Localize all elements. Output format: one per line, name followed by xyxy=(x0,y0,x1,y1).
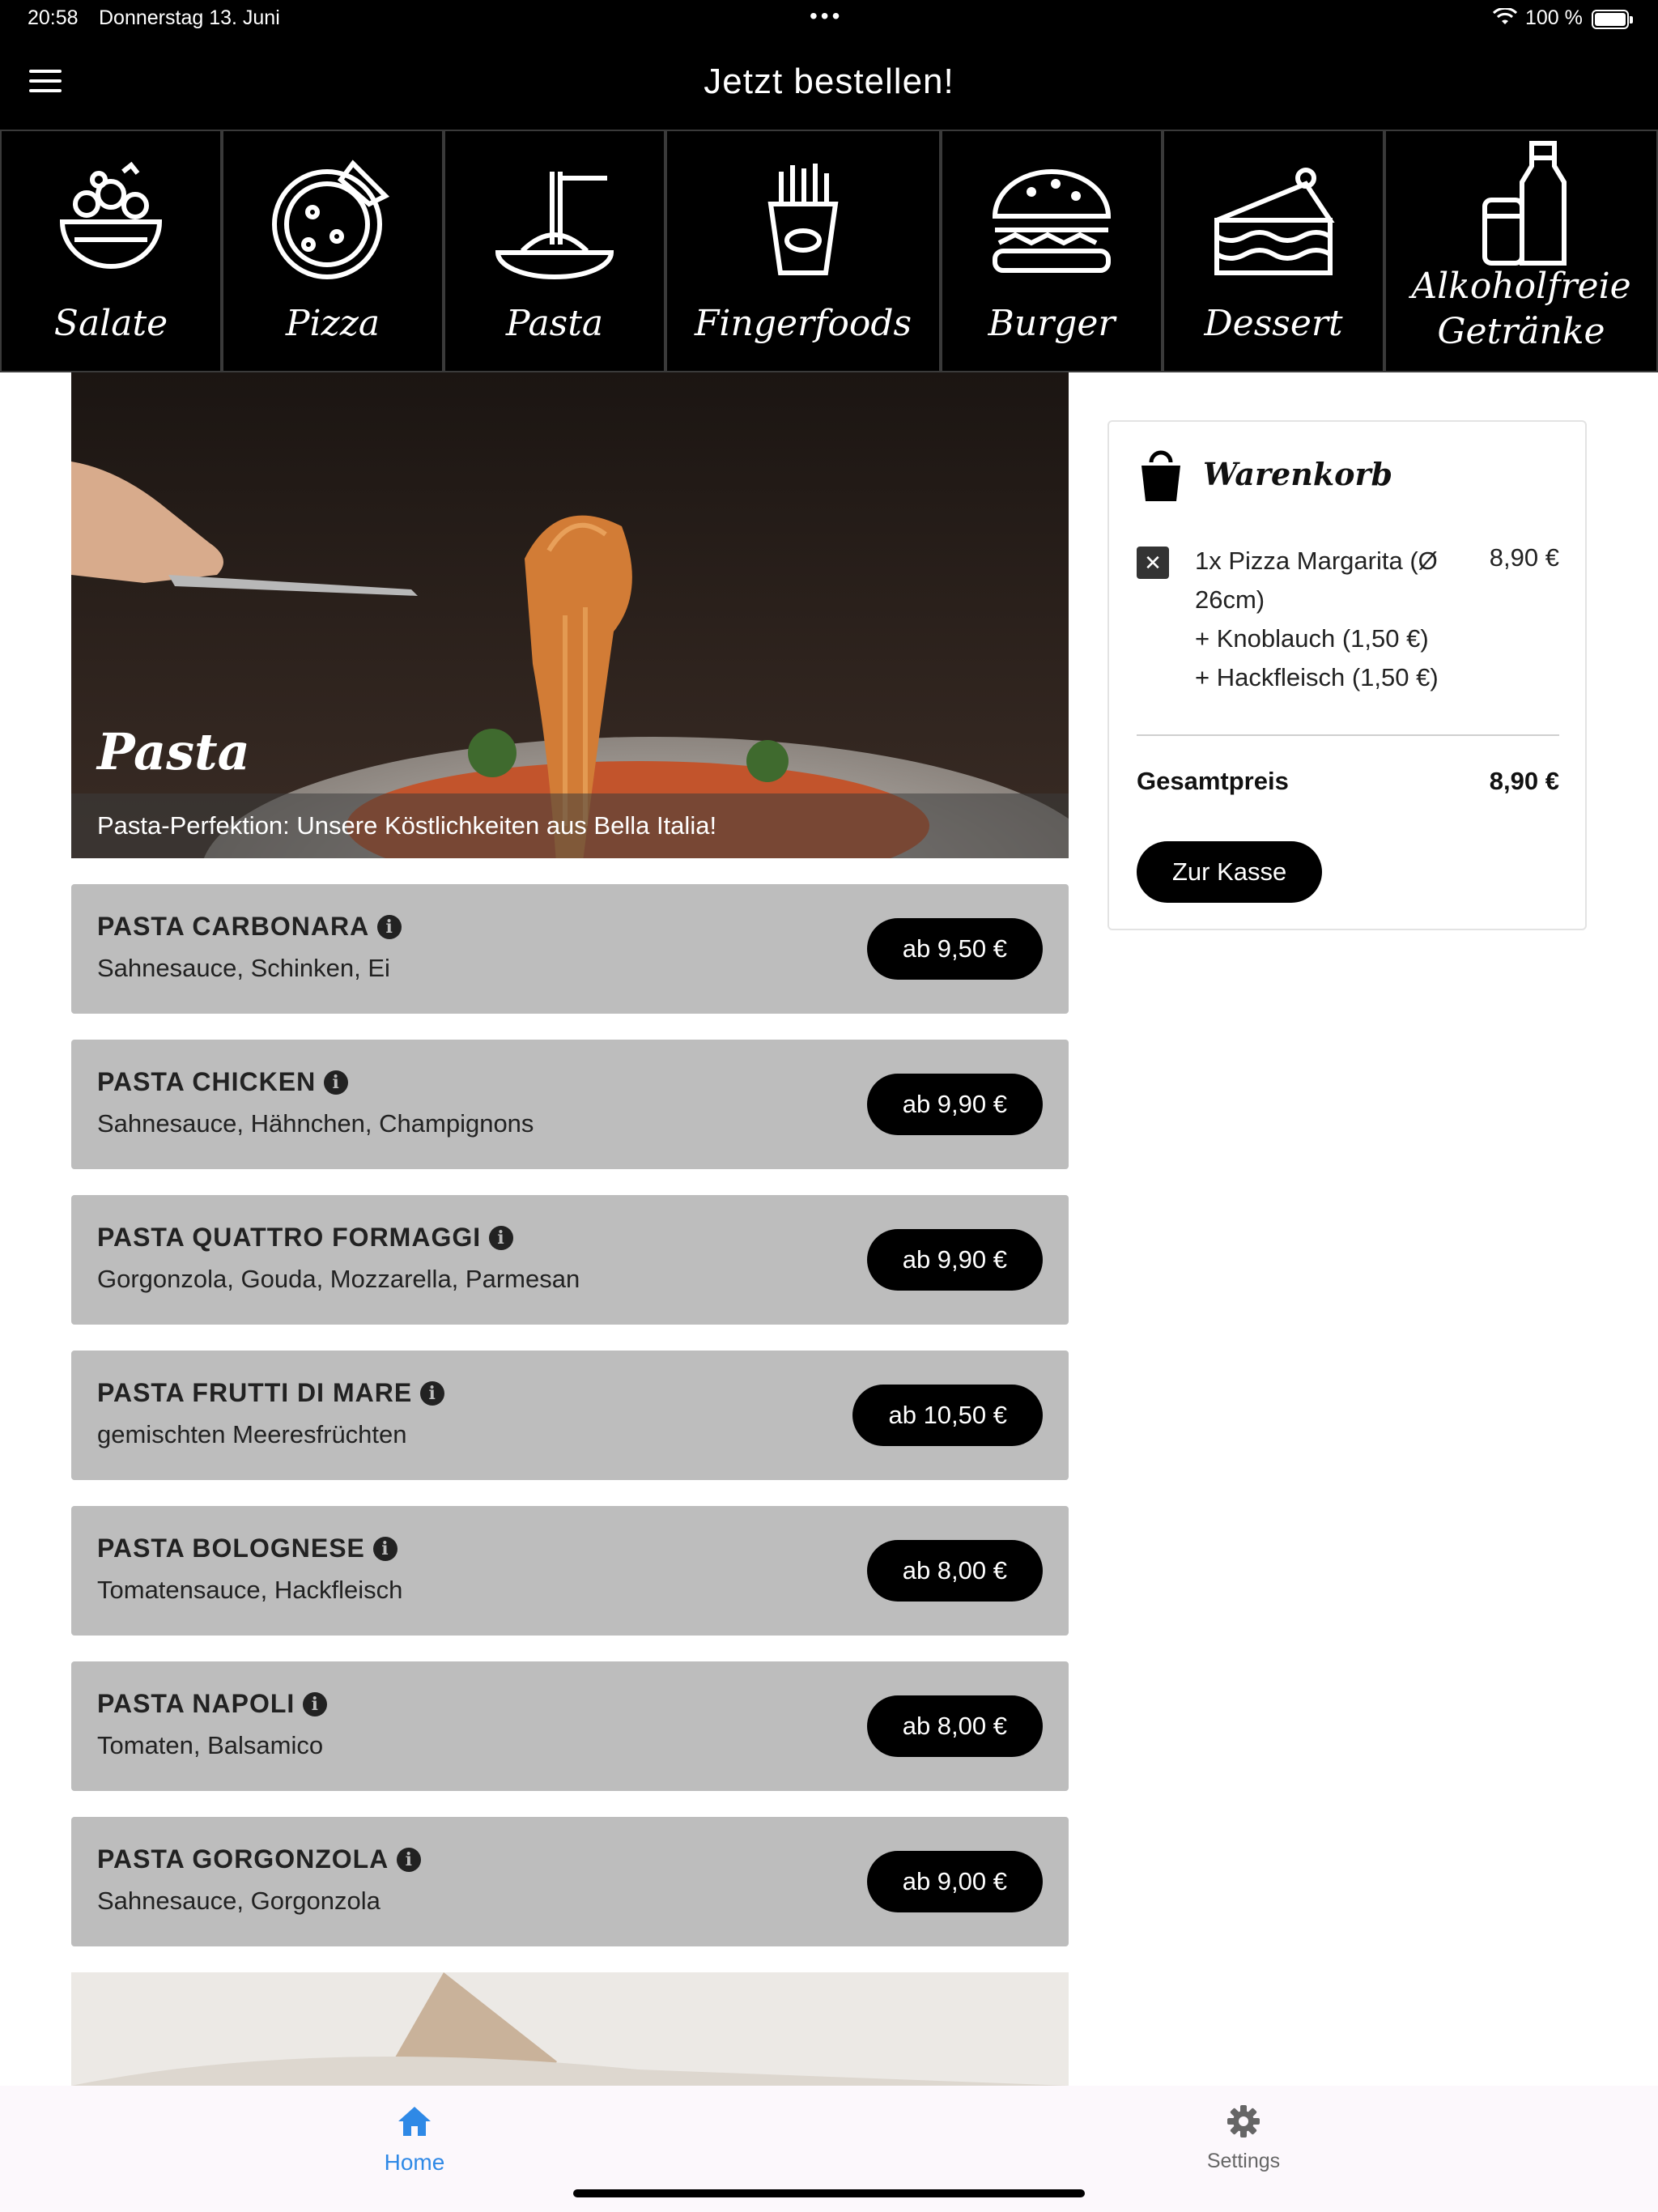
item-description: Sahnesauce, Schinken, Ei xyxy=(97,954,390,982)
shopping-cart-panel: Warenkorb ✕ 1x Pizza Margarita (Ø 26cm) … xyxy=(1107,420,1587,930)
salad-bowl-icon xyxy=(59,161,163,269)
hero-title: Pasta xyxy=(97,722,250,781)
cart-title: Warenkorb xyxy=(1203,456,1393,492)
battery-percent: 100 % xyxy=(1525,6,1583,29)
item-description: Gorgonzola, Gouda, Mozzarella, Parmesan xyxy=(97,1265,580,1293)
info-icon[interactable]: i xyxy=(489,1225,514,1250)
home-indicator xyxy=(573,2189,1085,2197)
price-button[interactable]: ab 9,90 € xyxy=(866,1229,1043,1291)
item-name: PASTA BOLOGNESE i xyxy=(97,1534,397,1563)
info-icon[interactable]: i xyxy=(377,914,402,939)
menu-item-pasta-bolognese[interactable]: PASTA BOLOGNESE i Tomatensauce, Hackfleis… xyxy=(71,1506,1069,1636)
info-icon[interactable]: i xyxy=(397,1847,422,1872)
checkout-button[interactable]: Zur Kasse xyxy=(1137,841,1323,903)
status-date: Donnerstag 13. Juni xyxy=(99,6,280,29)
category-fingerfoods[interactable]: Fingerfoods xyxy=(665,130,941,372)
category-label: Salate xyxy=(53,303,168,344)
drinks-icon xyxy=(1482,141,1567,266)
info-icon[interactable]: i xyxy=(303,1691,328,1716)
menu-item-pasta-carbonara[interactable]: PASTA CARBONARA i Sahnesauce, Schinken, E… xyxy=(71,884,1069,1014)
item-name: PASTA GORGONZOLA i xyxy=(97,1844,422,1874)
item-name: PASTA QUATTRO FORMAGGI i xyxy=(97,1223,514,1253)
price-button[interactable]: ab 10,50 € xyxy=(852,1385,1043,1446)
category-label: Fingerfoods xyxy=(694,303,912,344)
category-salate[interactable]: Salate xyxy=(0,130,222,372)
gear-icon xyxy=(1227,2105,1260,2138)
page-title: Jetzt bestellen! xyxy=(704,62,954,101)
wifi-icon xyxy=(1493,8,1517,24)
pasta-photo xyxy=(71,372,1069,858)
shopping-bag-icon xyxy=(1141,450,1180,501)
home-icon xyxy=(398,2107,431,2136)
item-name: PASTA NAPOLI i xyxy=(97,1689,328,1719)
cart-item-price: 8,90 € xyxy=(1489,543,1559,572)
category-alkoholfreie-getraenke[interactable]: Alkoholfreie Getränke xyxy=(1384,130,1658,372)
battery-fill xyxy=(1595,13,1626,26)
remove-item-close-icon[interactable]: ✕ xyxy=(1137,547,1169,579)
cake-icon xyxy=(1214,168,1335,275)
menu-item-pasta-frutti-di-mare[interactable]: PASTA FRUTTI DI MARE i gemischten Meeresf… xyxy=(71,1351,1069,1480)
category-burger[interactable]: Burger xyxy=(941,130,1163,372)
cart-item-extra: + Hackfleisch (1,50 €) xyxy=(1195,663,1439,691)
status-bar: 20:58 Donnerstag 13. Juni ••• 100 % xyxy=(0,0,1658,37)
divider xyxy=(1137,734,1559,736)
category-pizza[interactable]: Pizza xyxy=(222,130,444,372)
item-description: Tomaten, Balsamico xyxy=(97,1731,324,1759)
total-value: 8,90 € xyxy=(1489,767,1559,795)
category-bar: Salate Pizza Pasta Fingerfoods Burger De… xyxy=(0,130,1658,372)
pasta-icon xyxy=(495,172,614,279)
price-button[interactable]: ab 9,00 € xyxy=(866,1851,1043,1912)
menu-item-pasta-quattro-formaggi[interactable]: PASTA QUATTRO FORMAGGI i Gorgonzola, Goud… xyxy=(71,1195,1069,1325)
tab-home[interactable]: Home xyxy=(334,2102,495,2176)
item-description: Sahnesauce, Hähnchen, Champignons xyxy=(97,1109,534,1138)
category-label: Dessert xyxy=(1204,303,1343,344)
item-name: PASTA CARBONARA i xyxy=(97,912,402,942)
category-label: Pizza xyxy=(285,303,380,344)
category-pasta[interactable]: Pasta xyxy=(444,130,665,372)
info-icon[interactable]: i xyxy=(372,1536,397,1561)
info-icon[interactable]: i xyxy=(324,1070,349,1095)
item-description: Sahnesauce, Gorgonzola xyxy=(97,1887,380,1915)
menu-item-pasta-chicken[interactable]: PASTA CHICKEN i Sahnesauce, Hähnchen, Cha… xyxy=(71,1040,1069,1169)
price-button[interactable]: ab 8,00 € xyxy=(866,1540,1043,1602)
category-dessert[interactable]: Dessert xyxy=(1163,130,1384,372)
tab-label: Home xyxy=(384,2150,445,2175)
item-description: Tomatensauce, Hackfleisch xyxy=(97,1576,403,1604)
category-label: Burger xyxy=(988,303,1116,344)
fries-icon xyxy=(767,164,839,275)
battery-icon xyxy=(1592,10,1633,29)
burger-icon xyxy=(992,169,1112,273)
cart-item-name: 1x Pizza Margarita (Ø 26cm) xyxy=(1195,547,1438,614)
item-name: PASTA FRUTTI DI MARE i xyxy=(97,1378,445,1408)
category-label: Alkoholfreie Getränke xyxy=(1411,266,1631,352)
price-button[interactable]: ab 9,90 € xyxy=(866,1074,1043,1135)
tab-settings[interactable]: Settings xyxy=(1163,2102,1324,2173)
pizza-icon xyxy=(272,160,390,279)
hero-caption: Pasta-Perfektion: Unsere Köstlichkeiten … xyxy=(97,811,717,840)
price-button[interactable]: ab 9,50 € xyxy=(866,918,1043,980)
info-icon[interactable]: i xyxy=(420,1380,445,1406)
category-hero-image: Pasta Pasta-Perfektion: Unsere Köstlichk… xyxy=(71,372,1069,858)
category-label: Pasta xyxy=(505,303,604,344)
price-button[interactable]: ab 8,00 € xyxy=(866,1695,1043,1757)
status-time: 20:58 xyxy=(28,6,79,29)
tab-label: Settings xyxy=(1206,2150,1281,2172)
total-label: Gesamtpreis xyxy=(1137,767,1289,795)
app-bar: Jetzt bestellen! xyxy=(0,37,1658,130)
item-description: gemischten Meeresfrüchten xyxy=(97,1420,407,1448)
next-category-image xyxy=(71,1972,1069,2086)
item-name: PASTA CHICKEN i xyxy=(97,1067,349,1097)
menu-item-pasta-gorgonzola[interactable]: PASTA GORGONZOLA i Sahnesauce, Gorgonzola… xyxy=(71,1817,1069,1946)
menu-item-pasta-napoli[interactable]: PASTA NAPOLI i Tomaten, Balsamico ab 8,00… xyxy=(71,1661,1069,1791)
multitasking-dots[interactable]: ••• xyxy=(810,5,843,28)
cart-item-extra: + Knoblauch (1,50 €) xyxy=(1195,624,1429,653)
